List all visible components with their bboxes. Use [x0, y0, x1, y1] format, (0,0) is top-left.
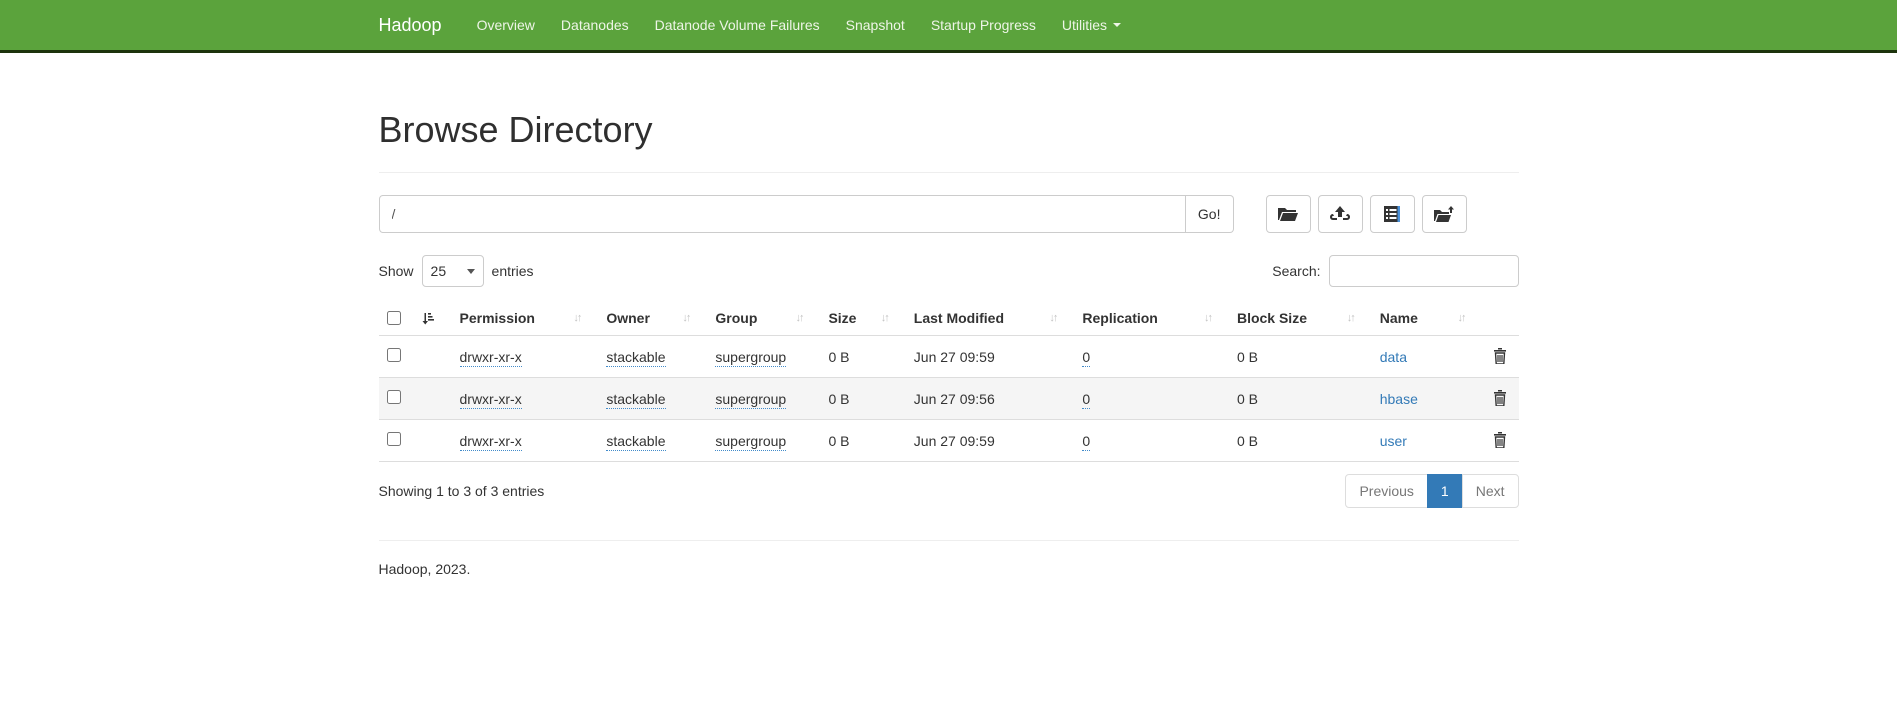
last-modified-cell: Jun 27 09:59 — [906, 336, 1075, 378]
sort-icon[interactable]: ↓↑ — [1049, 312, 1056, 324]
path-bar: Go! — [379, 195, 1519, 233]
delete-button[interactable] — [1491, 430, 1509, 450]
sort-icon[interactable]: ↓↑ — [1347, 312, 1354, 324]
last-modified-cell: Jun 27 09:59 — [906, 420, 1075, 462]
header-size[interactable]: Size ↓↑ — [820, 301, 905, 336]
group-editable[interactable]: supergroup — [715, 433, 786, 451]
directory-table: Permission ↓↑ Owner ↓↑ Group ↓↑ Size ↓↑ … — [379, 301, 1519, 462]
delete-button[interactable] — [1491, 346, 1509, 366]
table-row: drwxr-xr-x stackable supergroup 0 B Jun … — [379, 336, 1519, 378]
navbar-brand[interactable]: Hadoop — [379, 15, 442, 36]
header-actions — [1483, 301, 1519, 336]
size-cell: 0 B — [820, 378, 905, 420]
directory-path-input[interactable] — [379, 195, 1186, 233]
nav-item-startup-progress[interactable]: Startup Progress — [918, 2, 1049, 48]
entries-label: entries — [492, 263, 534, 279]
header-select-all — [379, 301, 452, 336]
sort-active-icon[interactable] — [421, 312, 434, 325]
owner-editable[interactable]: stackable — [606, 391, 665, 409]
header-group[interactable]: Group ↓↑ — [707, 301, 820, 336]
nav-item-utilities-dropdown[interactable]: Utilities — [1049, 2, 1134, 48]
trash-icon — [1493, 390, 1507, 406]
search-control: Search: — [1272, 255, 1518, 287]
header-owner[interactable]: Owner ↓↑ — [598, 301, 707, 336]
block-size-cell: 0 B — [1229, 420, 1372, 462]
cut-paste-button[interactable] — [1370, 195, 1415, 233]
directory-link[interactable]: hbase — [1380, 391, 1418, 407]
header-permission[interactable]: Permission ↓↑ — [452, 301, 599, 336]
upload-files-button[interactable] — [1318, 195, 1363, 233]
nav-item-datanode-volume-failures[interactable]: Datanode Volume Failures — [642, 2, 833, 48]
pagination: Previous 1 Next — [1345, 474, 1518, 508]
owner-editable[interactable]: stackable — [606, 433, 665, 451]
header-block-size[interactable]: Block Size ↓↑ — [1229, 301, 1372, 336]
size-cell: 0 B — [820, 336, 905, 378]
sort-icon[interactable]: ↓↑ — [1204, 312, 1211, 324]
page-title: Browse Directory — [379, 110, 1519, 150]
table-info: Showing 1 to 3 of 3 entries — [379, 483, 545, 499]
pagination-next[interactable]: Next — [1462, 474, 1519, 508]
header-replication[interactable]: Replication ↓↑ — [1074, 301, 1229, 336]
select-all-checkbox[interactable] — [387, 311, 401, 325]
page-length-control: Show 25 entries — [379, 255, 534, 287]
chevron-down-icon — [467, 269, 475, 274]
sort-icon[interactable]: ↓↑ — [1458, 312, 1465, 324]
clipboard-list-icon — [1382, 205, 1402, 223]
owner-editable[interactable]: stackable — [606, 349, 665, 367]
table-header-row: Permission ↓↑ Owner ↓↑ Group ↓↑ Size ↓↑ … — [379, 301, 1519, 336]
folder-open-icon — [1277, 205, 1299, 223]
block-size-cell: 0 B — [1229, 378, 1372, 420]
group-editable[interactable]: supergroup — [715, 391, 786, 409]
nav-item-overview[interactable]: Overview — [464, 2, 548, 48]
replication-editable[interactable]: 0 — [1082, 433, 1090, 451]
pagination-page-1[interactable]: 1 — [1427, 474, 1463, 508]
table-row: drwxr-xr-x stackable supergroup 0 B Jun … — [379, 420, 1519, 462]
row-checkbox[interactable] — [387, 348, 401, 362]
replication-editable[interactable]: 0 — [1082, 391, 1090, 409]
page-length-select[interactable]: 25 — [422, 255, 484, 287]
nav-item-datanodes[interactable]: Datanodes — [548, 2, 642, 48]
footer-text: Hadoop, 2023. — [379, 561, 1519, 577]
folder-move-icon — [1433, 205, 1455, 223]
go-button[interactable]: Go! — [1186, 195, 1234, 233]
header-last-modified[interactable]: Last Modified ↓↑ — [906, 301, 1075, 336]
create-directory-button[interactable] — [1266, 195, 1311, 233]
replication-editable[interactable]: 0 — [1082, 349, 1090, 367]
upload-icon — [1329, 205, 1351, 223]
directory-link[interactable]: data — [1380, 349, 1407, 365]
sort-icon[interactable]: ↓↑ — [682, 312, 689, 324]
directory-link[interactable]: user — [1380, 433, 1407, 449]
table-row: drwxr-xr-x stackable supergroup 0 B Jun … — [379, 378, 1519, 420]
group-editable[interactable]: supergroup — [715, 349, 786, 367]
block-size-cell: 0 B — [1229, 336, 1372, 378]
nav-item-snapshot[interactable]: Snapshot — [833, 2, 918, 48]
size-cell: 0 B — [820, 420, 905, 462]
sort-icon[interactable]: ↓↑ — [795, 312, 802, 324]
show-label: Show — [379, 263, 414, 279]
footer-divider — [379, 540, 1519, 541]
last-modified-cell: Jun 27 09:56 — [906, 378, 1075, 420]
chevron-down-icon — [1113, 23, 1121, 27]
sort-icon[interactable]: ↓↑ — [573, 312, 580, 324]
delete-button[interactable] — [1491, 388, 1509, 408]
search-input[interactable] — [1329, 255, 1519, 287]
row-checkbox[interactable] — [387, 390, 401, 404]
search-label: Search: — [1272, 263, 1320, 279]
permission-editable[interactable]: drwxr-xr-x — [460, 391, 522, 409]
sort-icon[interactable]: ↓↑ — [881, 312, 888, 324]
pagination-previous[interactable]: Previous — [1345, 474, 1427, 508]
permission-editable[interactable]: drwxr-xr-x — [460, 433, 522, 451]
trash-icon — [1493, 432, 1507, 448]
trash-icon — [1493, 348, 1507, 364]
permission-editable[interactable]: drwxr-xr-x — [460, 349, 522, 367]
top-navbar: Hadoop Overview Datanodes Datanode Volum… — [0, 0, 1897, 53]
move-to-directory-button[interactable] — [1422, 195, 1467, 233]
title-divider — [379, 172, 1519, 173]
header-name[interactable]: Name ↓↑ — [1372, 301, 1483, 336]
row-checkbox[interactable] — [387, 432, 401, 446]
